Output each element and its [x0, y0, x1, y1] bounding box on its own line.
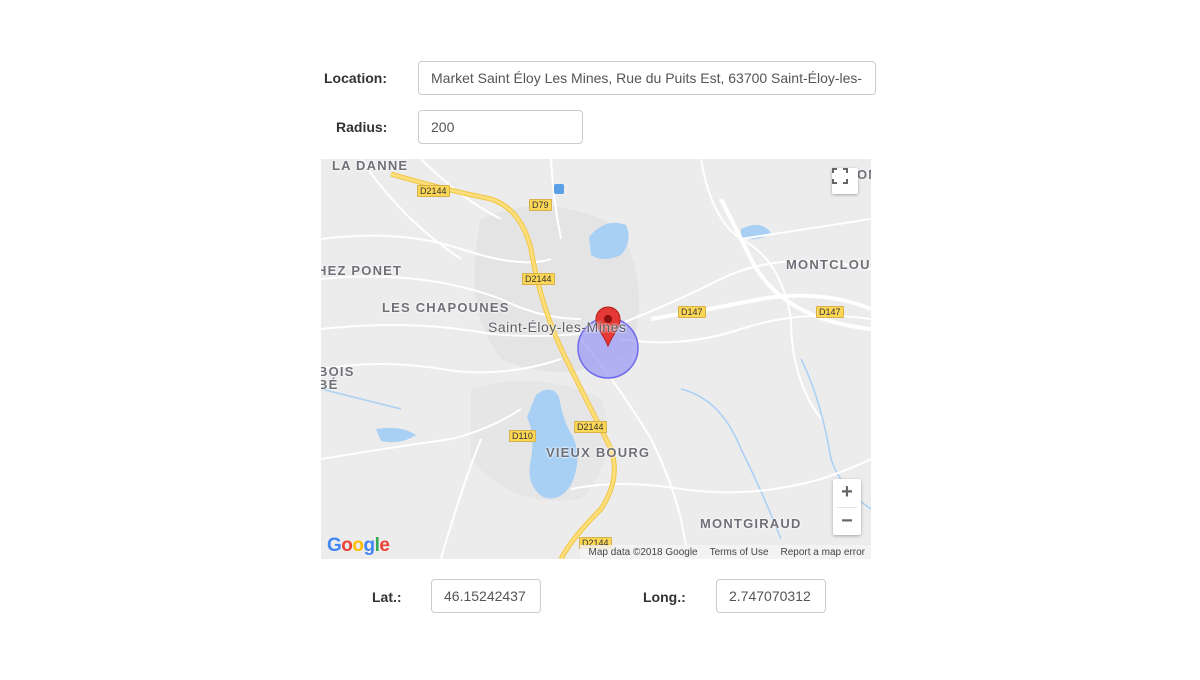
town-label: Saint-Éloy-les-Mines	[488, 319, 627, 335]
place-label: MONTGIRAUD	[700, 516, 802, 531]
terms-of-use-link[interactable]: Terms of Use	[710, 547, 769, 558]
road-shield: D147	[816, 306, 844, 318]
place-label: MONTCLOUX	[786, 257, 871, 272]
lat-label: Lat.:	[372, 589, 402, 605]
train-station-icon	[554, 184, 564, 194]
report-map-error-link[interactable]: Report a map error	[781, 547, 865, 558]
location-input[interactable]	[418, 61, 876, 95]
map-data-credit: Map data ©2018 Google	[588, 546, 698, 558]
radius-label: Radius:	[336, 119, 388, 135]
place-label: LES CHAPOUNES	[382, 300, 510, 315]
map-view[interactable]: LA DANNE HEZ PONET LES CHAPOUNES Saint-É…	[321, 159, 871, 559]
radius-input[interactable]	[418, 110, 583, 144]
road-shield: D79	[529, 199, 552, 211]
zoom-control: + −	[833, 479, 861, 535]
long-input[interactable]	[716, 579, 826, 613]
road-shield: D2144	[417, 185, 450, 197]
road-shield: D2144	[522, 273, 555, 285]
fullscreen-button[interactable]	[832, 168, 858, 194]
place-label: LA DANNE	[332, 159, 409, 173]
lat-input[interactable]	[431, 579, 541, 613]
map-attribution: Map data ©2018 Google Terms of Use Repor…	[580, 545, 871, 559]
map-canvas	[321, 159, 871, 559]
place-label: ON	[857, 167, 871, 182]
fullscreen-icon	[832, 168, 848, 184]
road-shield: D110	[509, 430, 536, 442]
place-label: VIEUX BOURG	[546, 445, 651, 460]
zoom-out-button[interactable]: −	[833, 508, 861, 535]
road-shield: D2144	[574, 421, 607, 433]
place-label: BÉ	[321, 377, 339, 392]
place-label: HEZ PONET	[321, 263, 403, 278]
location-label: Location:	[324, 70, 387, 86]
long-label: Long.:	[643, 589, 686, 605]
road-shield: D147	[678, 306, 706, 318]
zoom-in-button[interactable]: +	[833, 479, 861, 506]
google-logo: Google	[327, 535, 390, 556]
